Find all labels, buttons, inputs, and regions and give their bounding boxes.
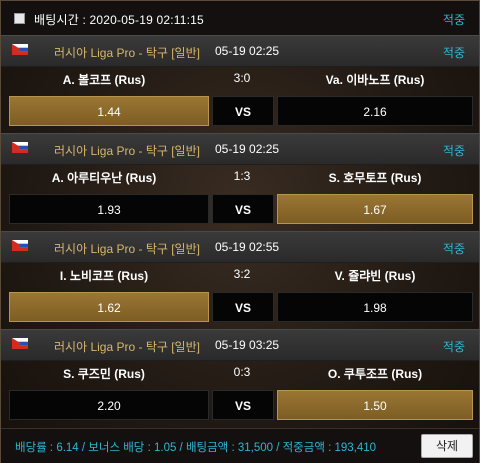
bet-slip-panel: 배팅시간 : 2020-05-19 02:11:15 적중 러시아 Liga P… [0,0,480,463]
league-name: 러시아 Liga Pro - 탁구 [일반] [54,340,200,354]
russia-flag-icon [12,338,28,349]
bet-slip-header: 배팅시간 : 2020-05-19 02:11:15 적중 [1,1,479,36]
away-odds-button[interactable]: 2.16 [277,96,473,126]
checkbox-icon[interactable] [14,13,25,24]
away-team: O. 쿠투조프 (Rus) [327,367,423,381]
russia-flag-icon [12,142,28,153]
away-team: V. 쥴랴빈 (Rus) [334,269,416,283]
game-time: 05-19 02:25 [215,142,280,156]
hit-status: 적중 [442,144,465,158]
delete-button[interactable]: 삭제 [421,434,473,458]
away-odds-button[interactable]: 1.50 [277,390,473,420]
game-header: 러시아 Liga Pro - 탁구 [일반] 05-19 02:55 적중 [1,231,479,263]
league-name: 러시아 Liga Pro - 탁구 [일반] [54,46,200,60]
league-name: 러시아 Liga Pro - 탁구 [일반] [54,144,200,158]
game-row: 러시아 Liga Pro - 탁구 [일반] 05-19 02:25 적중 A.… [1,133,479,230]
game-header: 러시아 Liga Pro - 탁구 [일반] 05-19 02:25 적중 [1,35,479,67]
game-row: 러시아 Liga Pro - 탁구 [일반] 05-19 02:25 적중 A.… [1,35,479,132]
home-odds-button[interactable]: 1.62 [9,292,209,322]
league-name: 러시아 Liga Pro - 탁구 [일반] [54,242,200,256]
russia-flag-icon [12,44,28,55]
bet-summary-bar: 배당률 : 6.14 / 보너스 배당 : 1.05 / 배팅금액 : 31,5… [1,428,479,463]
game-time: 05-19 02:25 [215,44,280,58]
score: 0:3 [233,365,251,379]
hit-status: 적중 [442,46,465,60]
game-header: 러시아 Liga Pro - 탁구 [일반] 05-19 02:25 적중 [1,133,479,165]
away-odds-button[interactable]: 1.98 [277,292,473,322]
hit-status: 적중 [442,13,465,27]
home-odds-button[interactable]: 2.20 [9,390,209,420]
home-team: A. 볼코프 (Rus) [62,73,146,87]
score: 3:2 [233,267,251,281]
vs-label: VS [212,292,274,322]
game-header: 러시아 Liga Pro - 탁구 [일반] 05-19 03:25 적중 [1,329,479,361]
bet-time: 배팅시간 : 2020-05-19 02:11:15 [34,13,204,27]
russia-flag-icon [12,240,28,251]
home-team: A. 아루티우난 (Rus) [51,171,157,185]
game-row: 러시아 Liga Pro - 탁구 [일반] 05-19 03:25 적중 S.… [1,329,479,426]
home-odds-button[interactable]: 1.44 [9,96,209,126]
hit-status: 적중 [442,340,465,354]
away-team: Va. 이바노프 (Rus) [325,73,425,87]
hit-status: 적중 [442,242,465,256]
game-row: 러시아 Liga Pro - 탁구 [일반] 05-19 02:55 적중 I.… [1,231,479,328]
vs-label: VS [212,194,274,224]
away-team: S. 호무토프 (Rus) [328,171,422,185]
vs-label: VS [212,390,274,420]
away-odds-button[interactable]: 1.67 [277,194,473,224]
home-team: S. 쿠즈민 (Rus) [63,367,145,381]
bet-summary: 배당률 : 6.14 / 보너스 배당 : 1.05 / 배팅금액 : 31,5… [15,442,377,454]
home-team: I. 노비코프 (Rus) [59,269,149,283]
score: 1:3 [233,169,251,183]
home-odds-button[interactable]: 1.93 [9,194,209,224]
game-time: 05-19 02:55 [215,240,280,254]
vs-label: VS [212,96,274,126]
score: 3:0 [233,71,251,85]
game-time: 05-19 03:25 [215,338,280,352]
